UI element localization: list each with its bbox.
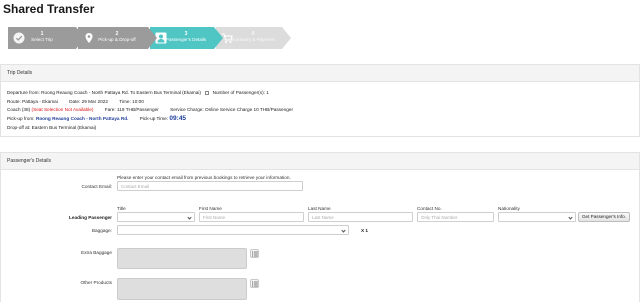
step-pickup-dropoff[interactable]: 2 Pick-up & Drop-off: [78, 27, 157, 49]
departure-value: Departure from: Roong Reaung Coach - Nor…: [7, 90, 201, 95]
other-products-label: Other Products: [80, 280, 112, 285]
title-column-label: Title: [117, 206, 126, 211]
last-name-input[interactable]: [308, 212, 413, 222]
baggage-select[interactable]: [117, 225, 349, 235]
first-name-column-label: First Name: [199, 206, 222, 211]
departure-text: Departure from: Roong Reaung Coach - Nor…: [7, 90, 269, 95]
nationality-column-label: Nationality: [498, 206, 520, 211]
pickup-line: Pick-up from: Roong Reaung Coach - North…: [7, 115, 186, 122]
trip-details-panel: Trip Details Departure from: Roong Reaun…: [0, 64, 640, 137]
seat-note: (Seat Selection Not Available): [31, 107, 94, 112]
passenger-details-header: Passenger's Details: [1, 153, 639, 170]
pickup-time-label: Pick-up Time:: [139, 116, 169, 121]
coach-line: Coach (38) (Seat Selection Not Available…: [7, 107, 293, 112]
extra-baggage-list-button[interactable]: [250, 249, 259, 258]
first-name-input[interactable]: [199, 212, 304, 222]
last-name-column-label: Last Name: [308, 206, 331, 211]
baggage-label: Baggage:: [91, 228, 112, 233]
contact-email-input[interactable]: [117, 181, 303, 191]
route-value: Route: Pattaya - Ekamai: [7, 99, 58, 104]
time-value: Time: 10:00: [119, 99, 144, 104]
check-icon: [13, 32, 25, 44]
contact-email-label: Contact Email:: [81, 184, 112, 189]
passenger-count: Number of Passenger(s): 1: [212, 90, 269, 95]
other-products-box[interactable]: [117, 278, 247, 300]
coach-value: Coach (38): [7, 107, 31, 112]
step-passenger-details[interactable]: 3 Passenger's Details: [150, 27, 223, 49]
route-line: Route: Pattaya - Ekamai Date: 29 Mar 202…: [7, 99, 144, 104]
list-icon: [252, 251, 258, 257]
passenger-checkbox[interactable]: [205, 90, 210, 95]
dropoff-text: Drop-off at: Eastern Bus Terminal (Ekama…: [7, 125, 97, 130]
pickup-label: Pick-up from:: [7, 116, 35, 121]
extra-baggage-label: Extra Baggage: [80, 250, 112, 255]
list-icon: [252, 281, 258, 287]
leading-passenger-label: Leading Passenger: [69, 215, 112, 220]
fare-value: Fare: 119 THB/Passenger: [104, 107, 159, 112]
step-summary-payment[interactable]: 4 Summary & Payment: [216, 27, 291, 49]
passenger-details-panel: Passenger's Details Please enter your co…: [0, 152, 640, 302]
service-charge-value: Service Charge: Online Service Charge 10…: [170, 107, 294, 112]
get-passenger-info-button[interactable]: Get Passenger's Info.: [578, 212, 630, 222]
pickup-time-value: 09:45: [169, 115, 187, 122]
contact-no-column-label: Contact No.: [417, 206, 442, 211]
progress-steps: 1 Select Trip 2 Pick-up & Drop-off 3 Pas…: [8, 27, 291, 49]
pickup-value: Roong Reaung Coach - North Pattaya Rd.: [35, 116, 129, 121]
other-products-list-button[interactable]: [250, 279, 259, 288]
extra-baggage-box[interactable]: [117, 248, 247, 269]
page-title: Shared Transfer: [3, 2, 95, 16]
trip-details-header: Trip Details: [1, 65, 639, 82]
contact-no-input[interactable]: [417, 212, 494, 222]
nationality-select[interactable]: [498, 212, 576, 222]
date-value: Date: 29 Mar 2022: [69, 99, 108, 104]
step-select-trip[interactable]: 1 Select Trip: [8, 27, 85, 49]
title-select[interactable]: [117, 212, 195, 222]
contact-hint: Please enter your contact email from pre…: [117, 175, 291, 180]
baggage-quantity: X 1: [361, 228, 369, 233]
